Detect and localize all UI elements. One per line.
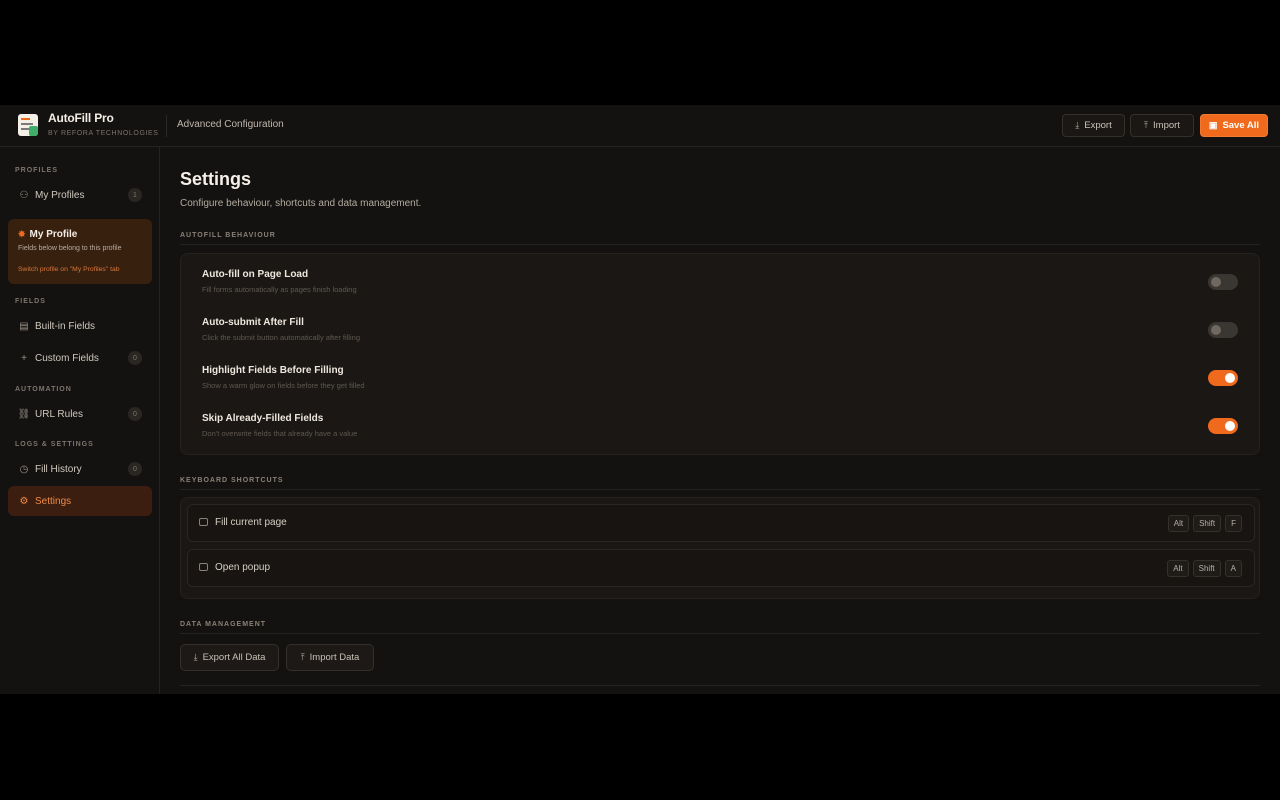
plus-icon: + xyxy=(21,352,27,364)
sidebar-item-label: My Profiles xyxy=(35,189,85,201)
shortcut-row-open-popup[interactable]: Open popup Alt Shift A xyxy=(187,549,1255,587)
save-all-button[interactable]: ▣ Save All xyxy=(1200,114,1268,137)
main-content: Settings Configure behaviour, shortcuts … xyxy=(160,147,1280,694)
save-icon: ▣ xyxy=(1208,120,1218,130)
key-chip: Alt xyxy=(1167,560,1189,577)
section-divider xyxy=(180,489,1260,490)
sidebar-item-url-rules[interactable]: ⛓ URL Rules 0 xyxy=(8,399,152,429)
count-badge: 0 xyxy=(128,462,142,476)
setting-row-highlight-fields: Highlight Fields Before Filling Show a w… xyxy=(181,358,1259,406)
shortcut-keys: Alt Shift F xyxy=(1167,515,1242,532)
shortcut-row-fill-page[interactable]: Fill current page Alt Shift F xyxy=(187,504,1255,542)
export-button-label: Export xyxy=(1084,120,1112,131)
document-icon: ▤ xyxy=(19,320,29,332)
key-chip: Shift xyxy=(1192,560,1221,577)
key-chip: F xyxy=(1225,515,1242,532)
count-badge: 0 xyxy=(128,407,142,421)
sidebar-item-my-profiles[interactable]: ⚇ My Profiles 1 xyxy=(8,180,152,210)
autofill-settings-card: Auto-fill on Page Load Fill forms automa… xyxy=(180,253,1260,455)
key-chip: Shift xyxy=(1193,515,1222,532)
active-profile-card[interactable]: ✸ My Profile Fields below belong to this… xyxy=(8,219,152,284)
key-chip: Alt xyxy=(1167,515,1190,532)
app-byline: BY REFORA TECHNOLOGIES xyxy=(48,130,159,137)
profile-card-title: ✸ My Profile xyxy=(18,229,77,240)
section-label-automation: AUTOMATION xyxy=(15,386,72,393)
import-data-button[interactable]: ⤒ Import Data xyxy=(286,644,374,671)
section-label-profiles: PROFILES xyxy=(15,167,59,174)
export-all-data-button[interactable]: ⤓ Export All Data xyxy=(180,644,279,671)
section-divider xyxy=(180,685,1260,686)
sidebar-item-fill-history[interactable]: ◷ Fill History 0 xyxy=(8,454,152,484)
app-name: AutoFill Pro xyxy=(48,111,114,125)
section-heading-autofill: AUTOFILL BEHAVIOUR xyxy=(180,232,276,239)
export-all-label: Export All Data xyxy=(202,652,266,663)
section-divider xyxy=(180,633,1260,634)
section-divider xyxy=(180,244,1260,245)
sidebar-item-label: Settings xyxy=(35,495,72,507)
sidebar: PROFILES ⚇ My Profiles 1 ✸ My Profile Fi… xyxy=(0,147,160,694)
keyboard-icon xyxy=(199,518,208,526)
skip-filled-toggle[interactable] xyxy=(1208,418,1238,434)
setting-title: Auto-fill on Page Load xyxy=(202,269,309,280)
setting-desc: Fill forms automatically as pages finish… xyxy=(202,285,357,294)
sidebar-item-label: URL Rules xyxy=(35,408,83,420)
app-window: AutoFill Pro BY REFORA TECHNOLOGIES Adva… xyxy=(0,105,1280,694)
setting-desc: Show a warm glow on fields before they g… xyxy=(202,381,365,390)
auto-submit-toggle[interactable] xyxy=(1208,322,1238,338)
setting-desc: Don't overwrite fields that already have… xyxy=(202,429,358,438)
sidebar-item-settings[interactable]: ⚙ Settings xyxy=(8,486,152,516)
shortcut-keys: Alt Shift A xyxy=(1167,560,1242,577)
count-badge: 0 xyxy=(128,351,142,365)
highlight-fields-toggle[interactable] xyxy=(1208,370,1238,386)
shortcut-label: Fill current page xyxy=(215,517,287,528)
sidebar-item-custom-fields[interactable]: + Custom Fields 0 xyxy=(8,343,152,373)
import-button-label: Import xyxy=(1153,120,1180,131)
import-button[interactable]: ⤒ Import xyxy=(1130,114,1194,137)
download-icon: ⤓ xyxy=(1075,120,1080,130)
clock-icon: ◷ xyxy=(19,463,29,475)
setting-row-skip-filled: Skip Already-Filled Fields Don't overwri… xyxy=(181,406,1259,454)
header-divider xyxy=(166,115,167,137)
setting-title: Highlight Fields Before Filling xyxy=(202,365,344,376)
download-icon: ⤓ xyxy=(193,652,198,662)
app-logo xyxy=(18,114,38,136)
section-label-fields: FIELDS xyxy=(15,298,46,305)
key-chip: A xyxy=(1224,560,1242,577)
sidebar-item-label: Built-in Fields xyxy=(35,320,96,332)
sparkle-icon: ✸ xyxy=(18,229,26,239)
count-badge: 1 xyxy=(128,188,142,202)
profile-card-desc: Fields below belong to this profile xyxy=(18,245,122,252)
section-label-logs: LOGS & SETTINGS xyxy=(15,441,94,448)
export-button[interactable]: ⤓ Export xyxy=(1062,114,1125,137)
page-context: Advanced Configuration xyxy=(177,119,284,130)
sidebar-item-label: Fill History xyxy=(35,463,82,475)
top-header: AutoFill Pro BY REFORA TECHNOLOGIES Adva… xyxy=(0,105,1280,147)
setting-row-auto-submit: Auto-submit After Fill Click the submit … xyxy=(181,310,1259,358)
profile-card-hint: Switch profile on "My Profiles" tab xyxy=(18,266,120,273)
section-heading-data: DATA MANAGEMENT xyxy=(180,621,267,628)
autofill-on-load-toggle[interactable] xyxy=(1208,274,1238,290)
page-title: Settings xyxy=(180,169,252,189)
upload-icon: ⤒ xyxy=(1144,120,1149,130)
save-all-label: Save All xyxy=(1222,120,1260,131)
sidebar-item-builtin-fields[interactable]: ▤ Built-in Fields xyxy=(8,311,152,341)
keyboard-icon xyxy=(199,563,208,571)
upload-icon: ⤒ xyxy=(300,652,305,662)
section-heading-shortcuts: KEYBOARD SHORTCUTS xyxy=(180,477,284,484)
setting-title: Skip Already-Filled Fields xyxy=(202,413,324,424)
shortcut-label: Open popup xyxy=(215,562,271,573)
link-icon: ⛓ xyxy=(17,408,31,420)
import-data-label: Import Data xyxy=(309,652,360,663)
setting-desc: Click the submit button automatically af… xyxy=(202,333,360,342)
gear-icon: ⚙ xyxy=(19,495,29,507)
profile-name: My Profile xyxy=(29,229,78,240)
page-subtitle: Configure behaviour, shortcuts and data … xyxy=(180,198,422,209)
setting-title: Auto-submit After Fill xyxy=(202,317,304,328)
sidebar-item-label: Custom Fields xyxy=(35,352,99,364)
shortcuts-card: Fill current page Alt Shift F Open popup… xyxy=(180,497,1260,599)
user-icon: ⚇ xyxy=(19,189,29,201)
setting-row-autofill-on-load: Auto-fill on Page Load Fill forms automa… xyxy=(181,262,1259,310)
